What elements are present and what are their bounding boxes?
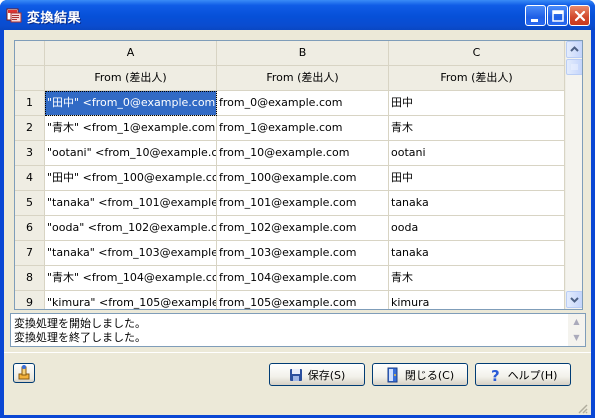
row-number[interactable]: 3 xyxy=(15,141,45,166)
window-title: 変換結果 xyxy=(27,11,82,26)
door-exit-icon xyxy=(387,367,398,382)
grid-cell[interactable]: "ooda" <from_102@example.com> xyxy=(45,216,217,241)
pin-icon xyxy=(18,365,30,380)
grid-cell[interactable]: 青木 xyxy=(389,266,565,291)
grid-cell[interactable]: tanaka xyxy=(389,191,565,216)
grid-cell[interactable]: "ootani" <from_10@example.com> xyxy=(45,141,217,166)
grid-cell[interactable]: from_104@example.com xyxy=(217,266,389,291)
title-bar[interactable]: 変換結果 xyxy=(0,0,595,30)
grid-cell[interactable]: "田中" <from_0@example.com> xyxy=(45,91,217,116)
save-button[interactable]: 保存(S) xyxy=(269,363,365,386)
help-button[interactable]: ? ヘルプ(H) xyxy=(475,363,571,386)
grid-corner-cell[interactable] xyxy=(15,41,45,66)
column-header-a[interactable]: A xyxy=(45,41,217,66)
results-grid[interactable]: A B C From (差出人) From (差出人) From (差出人) 1… xyxy=(14,40,583,310)
scroll-thumb[interactable] xyxy=(566,59,582,75)
row-header-blank[interactable] xyxy=(15,66,45,91)
chevron-up-icon xyxy=(570,46,579,52)
separator xyxy=(4,352,591,353)
grid-cell[interactable]: "青木" <from_1@example.com> xyxy=(45,116,217,141)
column-header-b[interactable]: B xyxy=(217,41,389,66)
grid-vertical-scrollbar[interactable] xyxy=(565,41,582,309)
grid-cell[interactable]: "kimura" <from_105@example.com> xyxy=(45,291,217,309)
resize-grip-icon[interactable] xyxy=(576,402,588,414)
scroll-up-arrow-icon[interactable]: ▲ xyxy=(568,314,585,330)
row-number[interactable]: 4 xyxy=(15,166,45,191)
grid-cell[interactable]: from_103@example.com xyxy=(217,241,389,266)
grid-cell[interactable]: "田中" <from_100@example.com> xyxy=(45,166,217,191)
row-number[interactable]: 2 xyxy=(15,116,45,141)
row-number[interactable]: 6 xyxy=(15,216,45,241)
help-button-label: ヘルプ(H) xyxy=(507,368,558,382)
column-header-c[interactable]: C xyxy=(389,41,565,66)
row-number[interactable]: 5 xyxy=(15,191,45,216)
row-number[interactable]: 9 xyxy=(15,291,45,309)
log-area[interactable]: 変換処理を開始しました。 変換処理を終了しました。 ▲ ▼ xyxy=(10,313,586,347)
grid-cell[interactable]: ootani xyxy=(389,141,565,166)
row-number[interactable]: 7 xyxy=(15,241,45,266)
grid-cell[interactable]: from_102@example.com xyxy=(217,216,389,241)
grid-cell[interactable]: 田中 xyxy=(389,91,565,116)
maximize-button[interactable] xyxy=(547,5,568,26)
scroll-down-arrow-icon[interactable]: ▼ xyxy=(568,330,585,346)
grid-cell[interactable]: from_1@example.com xyxy=(217,116,389,141)
grid-viewport: A B C From (差出人) From (差出人) From (差出人) 1… xyxy=(15,41,565,309)
pin-button[interactable] xyxy=(13,363,35,383)
grid-cell[interactable]: from_101@example.com xyxy=(217,191,389,216)
application-window: 変換結果 A B C From (差出人) From (差出人) From (差… xyxy=(0,0,595,418)
log-line: 変換処理を終了しました。 xyxy=(14,331,146,344)
minimize-button[interactable] xyxy=(525,5,546,26)
scroll-down-button[interactable] xyxy=(566,291,582,308)
window-client-area: A B C From (差出人) From (差出人) From (差出人) 1… xyxy=(4,30,591,415)
app-window-icon[interactable] xyxy=(6,7,22,23)
close-button-label: 閉じる(C) xyxy=(404,368,455,382)
field-header-a[interactable]: From (差出人) xyxy=(45,66,217,91)
close-icon xyxy=(574,10,586,22)
svg-text:?: ? xyxy=(491,367,500,383)
grid-cell[interactable]: ooda xyxy=(389,216,565,241)
maximize-icon xyxy=(552,10,564,22)
grid-cell[interactable]: tanaka xyxy=(389,241,565,266)
grid-cell[interactable]: 青木 xyxy=(389,116,565,141)
save-button-label: 保存(S) xyxy=(307,368,346,382)
log-scrollbar[interactable]: ▲ ▼ xyxy=(568,314,585,346)
grid-cell[interactable]: kimura xyxy=(389,291,565,309)
row-number[interactable]: 8 xyxy=(15,266,45,291)
grid-cell[interactable]: from_105@example.com xyxy=(217,291,389,309)
scroll-up-button[interactable] xyxy=(566,41,582,58)
field-header-c[interactable]: From (差出人) xyxy=(389,66,565,91)
close-window-button[interactable] xyxy=(569,5,590,26)
question-mark-icon: ? xyxy=(491,367,500,383)
grid-cell[interactable]: from_0@example.com xyxy=(217,91,389,116)
grid-cell[interactable]: "tanaka" <from_103@example.com> xyxy=(45,241,217,266)
minimize-icon xyxy=(531,19,538,22)
grid-cell[interactable]: 田中 xyxy=(389,166,565,191)
close-button[interactable]: 閉じる(C) xyxy=(372,363,468,386)
grid-cell[interactable]: "青木" <from_104@example.com> xyxy=(45,266,217,291)
field-header-b[interactable]: From (差出人) xyxy=(217,66,389,91)
grid-cell[interactable]: from_100@example.com xyxy=(217,166,389,191)
floppy-disk-icon xyxy=(289,368,302,381)
grid-cell[interactable]: "tanaka" <from_101@example.com> xyxy=(45,191,217,216)
grid-cell[interactable]: from_10@example.com xyxy=(217,141,389,166)
chevron-down-icon xyxy=(570,297,579,303)
row-number[interactable]: 1 xyxy=(15,91,45,116)
